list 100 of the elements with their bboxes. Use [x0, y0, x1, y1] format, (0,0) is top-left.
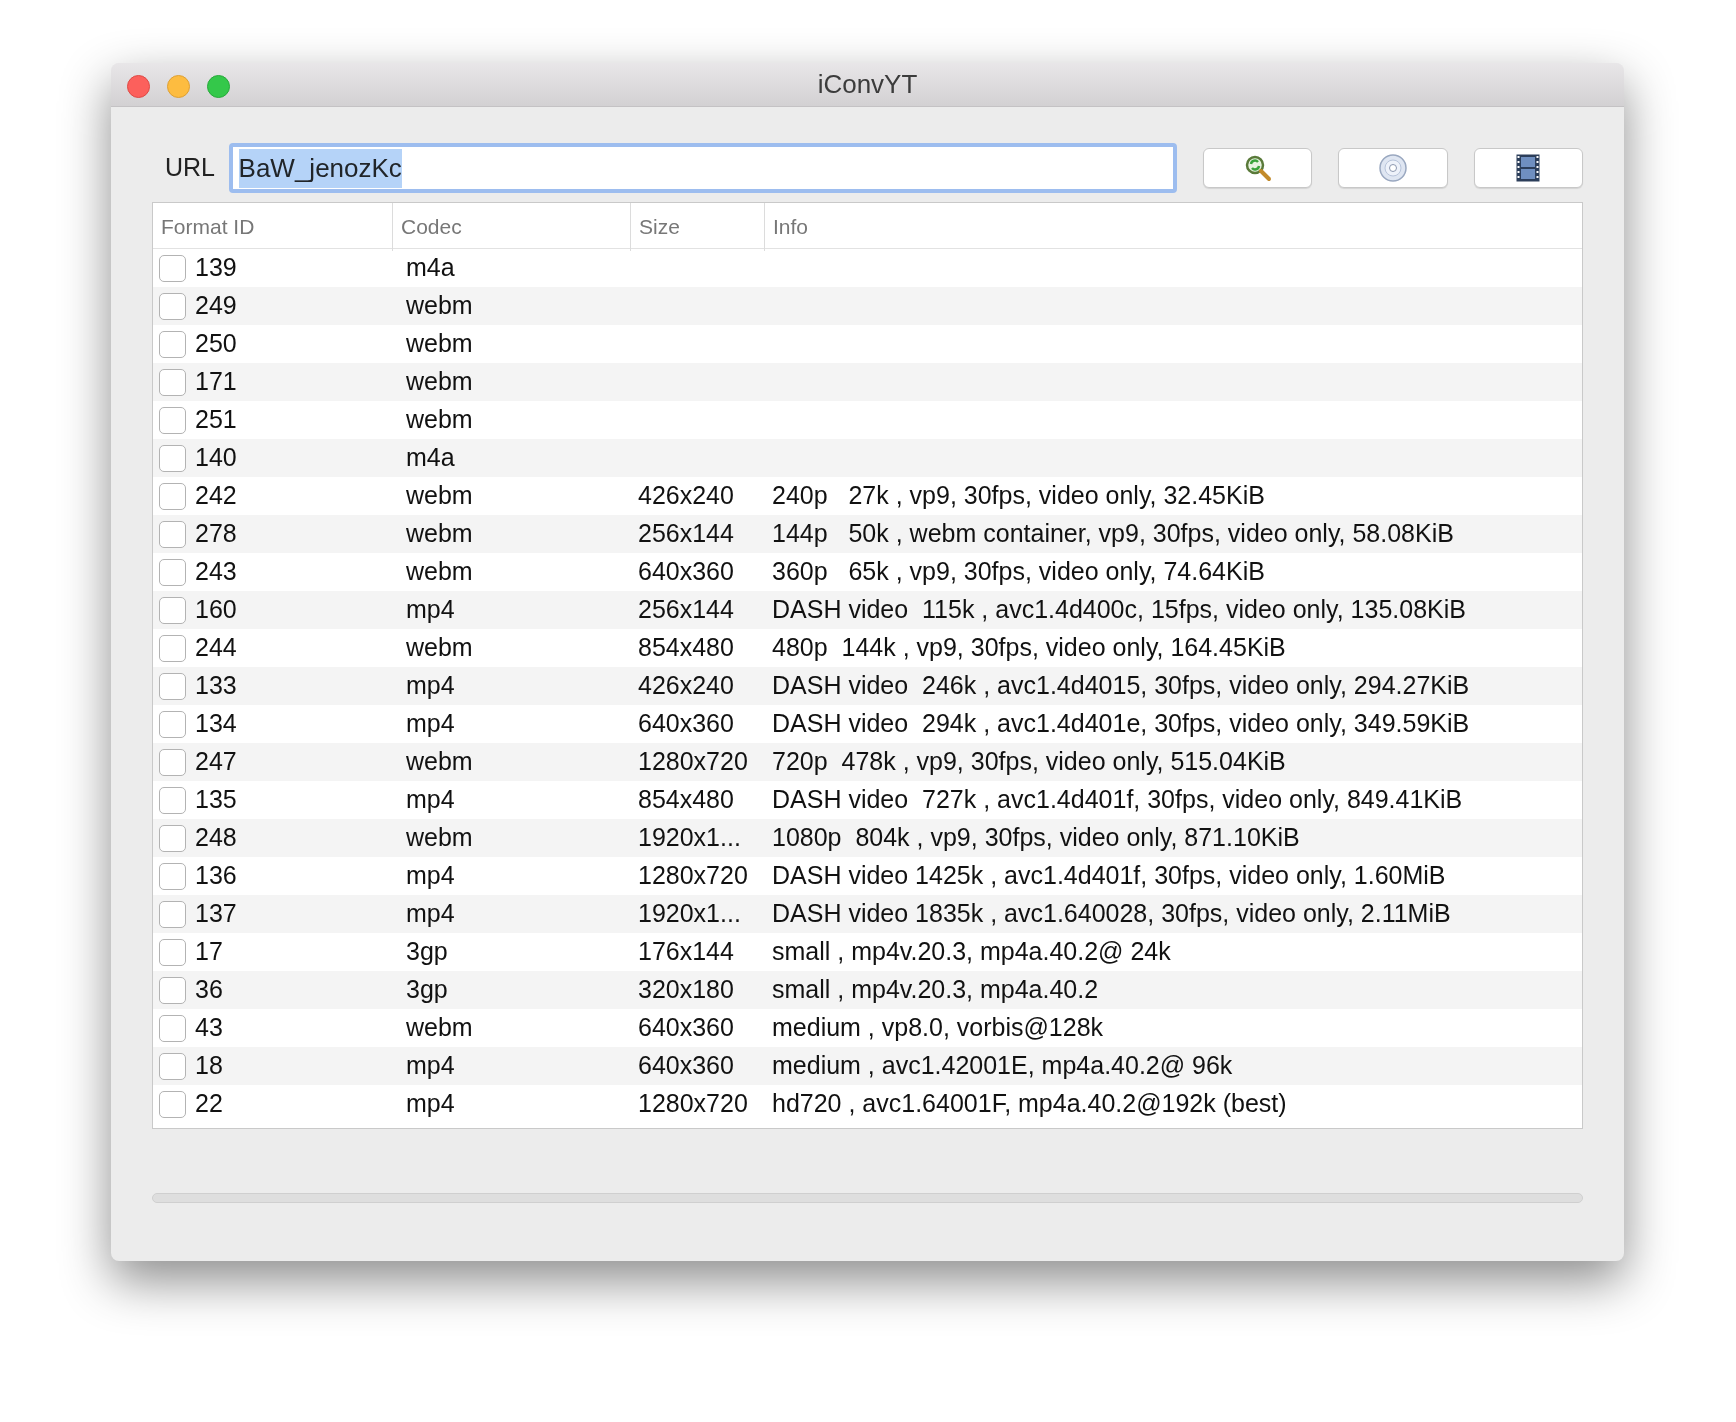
table-cell-text: 17	[195, 936, 223, 968]
table-cell: 480p 144k , vp9, 30fps, video only, 164.45KiB	[772, 633, 1286, 662]
column-header[interactable]: Size	[630, 203, 764, 251]
table-cell: medium , avc1.42001E, mp4a.40.2@ 96k	[772, 1051, 1233, 1080]
checkbox[interactable]	[159, 824, 186, 852]
table-cell-text: 22	[195, 1088, 223, 1120]
table-cell: mp4	[406, 785, 455, 814]
table-cell: 854x480	[638, 633, 734, 662]
table-cell: mp4	[406, 899, 455, 928]
table-cell: m4a	[406, 443, 455, 472]
table-cell: 3gp	[406, 937, 448, 966]
table-cell: 640x360	[638, 709, 734, 738]
table-cell-text: 171	[195, 366, 237, 398]
table-cell-text: 248	[195, 822, 237, 854]
table-cell: 1280x720	[638, 1089, 748, 1118]
table-cell-text: 133	[195, 670, 237, 702]
table-cell: 1920x1...	[638, 823, 741, 852]
checkbox[interactable]	[159, 558, 186, 586]
table-cell: 240p 27k , vp9, 30fps, video only, 32.45KiB	[772, 481, 1265, 510]
checkbox[interactable]	[159, 444, 186, 472]
checkbox[interactable]	[159, 1014, 186, 1042]
table-cell: DASH video 115k , avc1.4d400c, 15fps, video only, 135.08KiB	[772, 595, 1466, 624]
table-cell: small , mp4v.20.3, mp4a.40.2@ 24k	[772, 937, 1171, 966]
checkbox[interactable]	[159, 900, 186, 928]
checkbox[interactable]	[159, 520, 186, 548]
table-cell: 3gp	[406, 975, 448, 1004]
table-cell-text: 136	[195, 860, 237, 892]
table-cell: webm	[406, 633, 473, 662]
table-cell: webm	[406, 329, 473, 358]
table-cell: mp4	[406, 671, 455, 700]
checkbox[interactable]	[159, 1052, 186, 1080]
column-header[interactable]: Codec	[392, 203, 630, 251]
table-cell: mp4	[406, 1051, 455, 1080]
table-cell-text: 137	[195, 898, 237, 930]
table-cell: 360p 65k , vp9, 30fps, video only, 74.64KiB	[772, 557, 1265, 586]
table-cell-text: 140	[195, 442, 237, 474]
table-cell: DASH video 294k , avc1.4d401e, 30fps, video only, 349.59KiB	[772, 709, 1470, 738]
table-cell: 320x180	[638, 975, 734, 1004]
table-cell: hd720 , avc1.64001F, mp4a.40.2@192k (best)	[772, 1089, 1287, 1118]
table-cell: webm	[406, 557, 473, 586]
zoom-button[interactable]	[207, 75, 230, 98]
checkbox[interactable]	[159, 368, 186, 396]
url-field[interactable]: BaW_jenozKc	[228, 143, 1178, 193]
table-cell-text: 278	[195, 518, 237, 550]
table-cell: 640x360	[638, 557, 734, 586]
checkbox[interactable]	[159, 482, 186, 510]
table-cell-text: 247	[195, 746, 237, 778]
table-cell: 640x360	[638, 1051, 734, 1080]
checkbox[interactable]	[159, 254, 186, 282]
search-button[interactable]	[1203, 148, 1313, 188]
table-cell-text: 43	[195, 1012, 223, 1044]
close-button[interactable]	[127, 75, 150, 98]
table-cell: 1080p 804k , vp9, 30fps, video only, 871.10KiB	[772, 823, 1300, 852]
checkbox[interactable]	[159, 862, 186, 890]
table-cell: webm	[406, 519, 473, 548]
checkbox[interactable]	[159, 1090, 186, 1118]
table-cell: webm	[406, 1013, 473, 1042]
table-cell-text: 251	[195, 404, 237, 436]
table-cell-text: 250	[195, 328, 237, 360]
table-cell: webm	[406, 481, 473, 510]
table-cell: 426x240	[638, 481, 734, 510]
table-cell-text: 243	[195, 556, 237, 588]
table-cell-text: 18	[195, 1050, 223, 1082]
table-cell-text: 160	[195, 594, 237, 626]
table-cell: 1280x720	[638, 861, 748, 890]
table-cell-text: 134	[195, 708, 237, 740]
table-cell: webm	[406, 823, 473, 852]
checkbox[interactable]	[159, 710, 186, 738]
table-cell: webm	[406, 291, 473, 320]
table-cell: 720p 478k , vp9, 30fps, video only, 515.04KiB	[772, 747, 1286, 776]
table-cell: mp4	[406, 861, 455, 890]
checkbox[interactable]	[159, 748, 186, 776]
table-cell: DASH video 246k , avc1.4d4015, 30fps, video only, 294.27KiB	[772, 671, 1470, 700]
table-cell: webm	[406, 747, 473, 776]
minimize-button[interactable]	[167, 75, 190, 98]
column-header[interactable]: Info	[764, 203, 1582, 251]
column-header[interactable]: Format ID	[153, 203, 392, 251]
checkbox[interactable]	[159, 976, 186, 1004]
checkbox[interactable]	[159, 938, 186, 966]
table-cell: DASH video 1425k , avc1.4d401f, 30fps, video only, 1.60MiB	[772, 861, 1446, 890]
table-cell: m4a	[406, 253, 455, 282]
table-cell: 256x144	[638, 595, 734, 624]
checkbox[interactable]	[159, 672, 186, 700]
checkbox[interactable]	[159, 292, 186, 320]
checkbox[interactable]	[159, 596, 186, 624]
table-cell: small , mp4v.20.3, mp4a.40.2	[772, 975, 1099, 1004]
checkbox[interactable]	[159, 786, 186, 814]
table-cell: mp4	[406, 595, 455, 624]
table-cell: 640x360	[638, 1013, 734, 1042]
table-cell: 426x240	[638, 671, 734, 700]
table-cell-text: 244	[195, 632, 237, 664]
video-button[interactable]	[1473, 148, 1583, 188]
disc-button[interactable]	[1338, 148, 1448, 188]
table-cell: 1280x720	[638, 747, 748, 776]
checkbox[interactable]	[159, 406, 186, 434]
checkbox[interactable]	[159, 634, 186, 662]
table-cell: mp4	[406, 1089, 455, 1118]
table-cell: 176x144	[638, 937, 734, 966]
checkbox[interactable]	[159, 330, 186, 358]
table-cell: mp4	[406, 709, 455, 738]
